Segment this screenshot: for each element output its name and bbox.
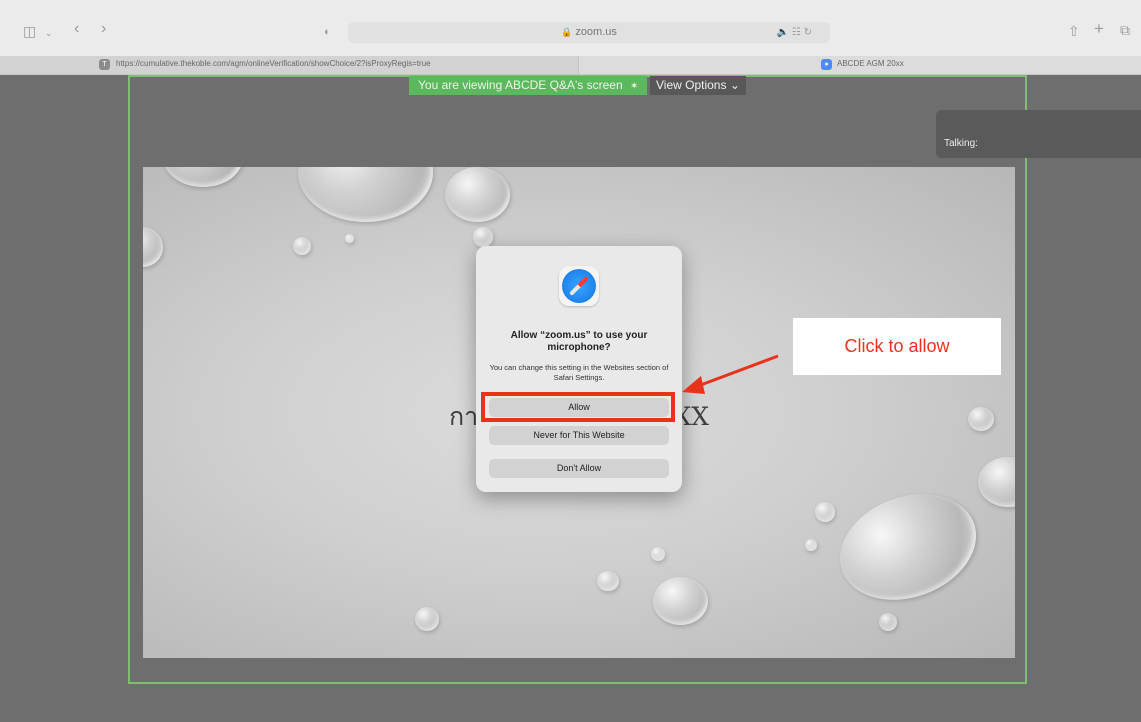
click-to-allow-callout: Click to allow bbox=[793, 318, 1001, 375]
